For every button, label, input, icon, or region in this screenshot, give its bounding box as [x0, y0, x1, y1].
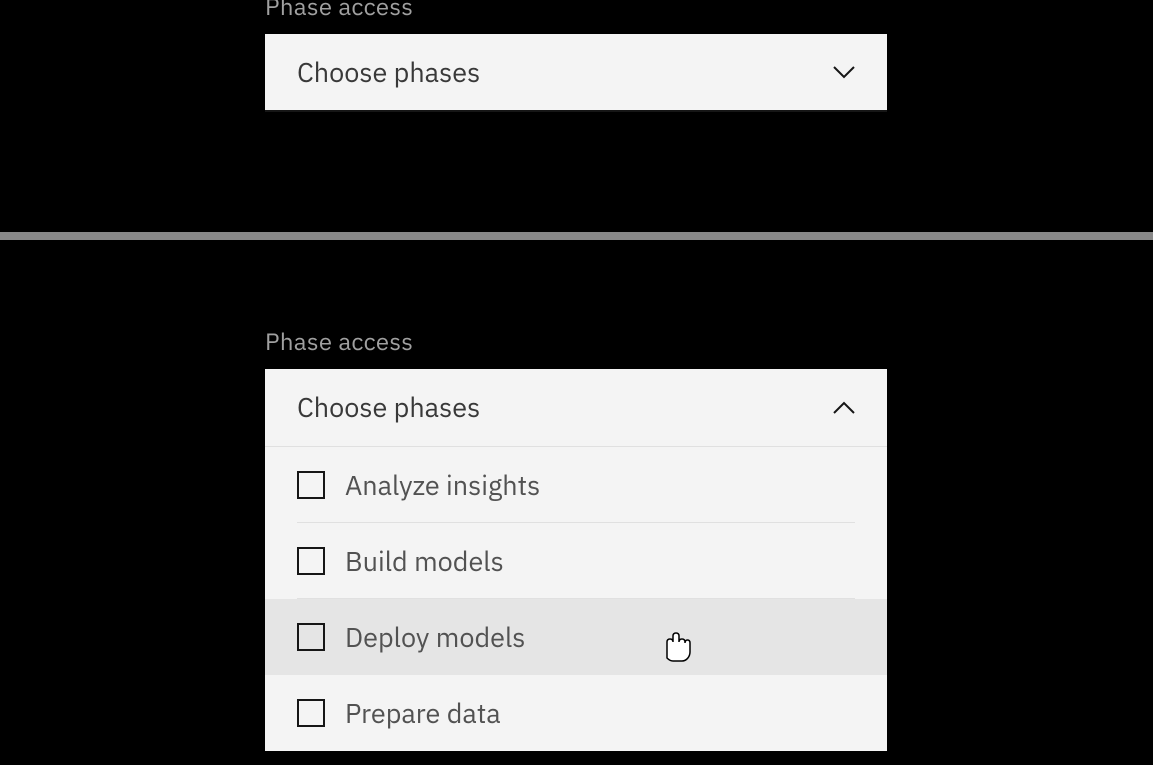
section-open: Phase access Choose phases Analyze insig… [0, 240, 1153, 765]
option-deploy-models[interactable]: Deploy models [265, 599, 887, 675]
option-prepare-data[interactable]: Prepare data [265, 675, 887, 751]
phase-access-field-closed: Phase access Choose phases [265, 0, 887, 112]
phase-access-field-open: Phase access Choose phases Analyze insig… [265, 325, 887, 751]
dropdown-menu: Analyze insights Build models Deploy mod… [265, 447, 887, 751]
section-divider [0, 232, 1153, 240]
section-closed: Phase access Choose phases [0, 0, 1153, 232]
option-analyze-insights[interactable]: Analyze insights [265, 447, 887, 523]
dropdown-trigger[interactable]: Choose phases [265, 34, 887, 112]
field-label: Phase access [265, 325, 887, 357]
option-build-models[interactable]: Build models [265, 523, 887, 599]
checkbox[interactable] [297, 699, 325, 727]
phase-dropdown-closed: Choose phases [265, 34, 887, 112]
checkbox[interactable] [297, 623, 325, 651]
dropdown-placeholder: Choose phases [297, 390, 480, 425]
chevron-up-icon [833, 397, 855, 419]
option-label: Build models [345, 544, 504, 579]
field-label: Phase access [265, 0, 887, 22]
option-label: Deploy models [345, 620, 525, 655]
option-label: Prepare data [345, 696, 501, 731]
checkbox[interactable] [297, 547, 325, 575]
dropdown-placeholder: Choose phases [297, 55, 480, 90]
option-label: Analyze insights [345, 468, 540, 503]
dropdown-trigger[interactable]: Choose phases [265, 369, 887, 447]
phase-dropdown-open: Choose phases Analyze insights Build mod… [265, 369, 887, 751]
chevron-down-icon [833, 61, 855, 83]
checkbox[interactable] [297, 471, 325, 499]
